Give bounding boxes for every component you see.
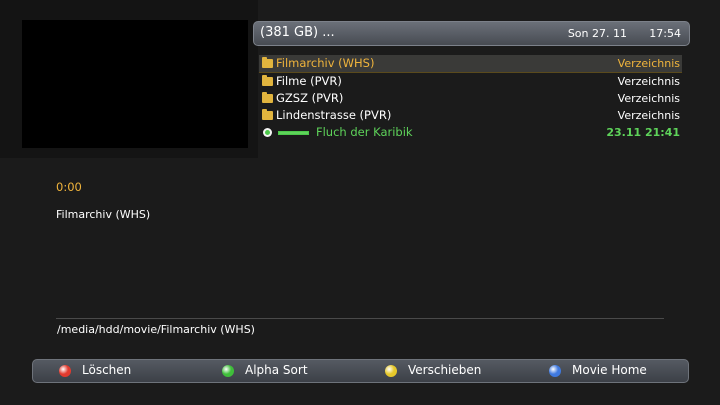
red-key-icon <box>59 365 71 377</box>
list-item-type: Verzeichnis <box>617 92 680 105</box>
header-bar: (381 GB) ... Son 27. 11 17:54 <box>253 21 690 46</box>
yellow-key-icon <box>385 365 397 377</box>
folder-icon <box>262 75 273 86</box>
header-title: (381 GB) ... <box>260 25 335 40</box>
color-button-bar: Löschen Alpha Sort Verschieben Movie Hom… <box>32 359 689 383</box>
selected-item-name: Filmarchiv (WHS) <box>56 208 151 221</box>
list-item-label: Fluch der Karibik <box>316 125 413 139</box>
list-item-filme[interactable]: Filme (PVR) Verzeichnis <box>259 73 682 90</box>
recording-progress-bar <box>278 131 309 135</box>
folder-icon <box>262 57 273 68</box>
list-item-type: Verzeichnis <box>617 109 680 122</box>
list-item-lindenstrasse[interactable]: Lindenstrasse (PVR) Verzeichnis <box>259 107 682 124</box>
recording-progress-fill <box>279 132 308 134</box>
list-item-type: Verzeichnis <box>617 75 680 88</box>
alpha-sort-button-label: Alpha Sort <box>245 363 308 377</box>
list-item-label: Lindenstrasse (PVR) <box>276 108 392 122</box>
list-item-label: GZSZ (PVR) <box>276 91 344 105</box>
list-item-date: 23.11 21:41 <box>606 126 680 139</box>
current-path: /media/hdd/movie/Filmarchiv (WHS) <box>57 323 255 336</box>
list-item-label: Filme (PVR) <box>276 74 342 88</box>
header-time: 17:54 <box>649 27 681 40</box>
divider <box>56 318 664 319</box>
list-item-gzsz[interactable]: GZSZ (PVR) Verzeichnis <box>259 90 682 107</box>
movie-list: Filmarchiv (WHS) Verzeichnis Filme (PVR)… <box>259 55 682 141</box>
green-key-icon <box>222 365 234 377</box>
folder-icon <box>262 109 273 120</box>
folder-icon <box>262 92 273 103</box>
blue-key-icon <box>549 365 561 377</box>
recording-icon <box>263 127 272 137</box>
elapsed-time: 0:00 <box>56 180 82 194</box>
list-item-type: Verzeichnis <box>617 57 680 70</box>
list-item-filmarchiv[interactable]: Filmarchiv (WHS) Verzeichnis <box>259 55 682 73</box>
tv-preview <box>22 20 248 148</box>
movie-home-button-label: Movie Home <box>572 363 647 377</box>
move-button-label: Verschieben <box>408 363 482 377</box>
header-date: Son 27. 11 <box>567 27 627 40</box>
list-item-label: Filmarchiv (WHS) <box>276 56 375 70</box>
delete-button-label: Löschen <box>82 363 132 377</box>
list-item-recording[interactable]: Fluch der Karibik 23.11 21:41 <box>259 124 682 141</box>
